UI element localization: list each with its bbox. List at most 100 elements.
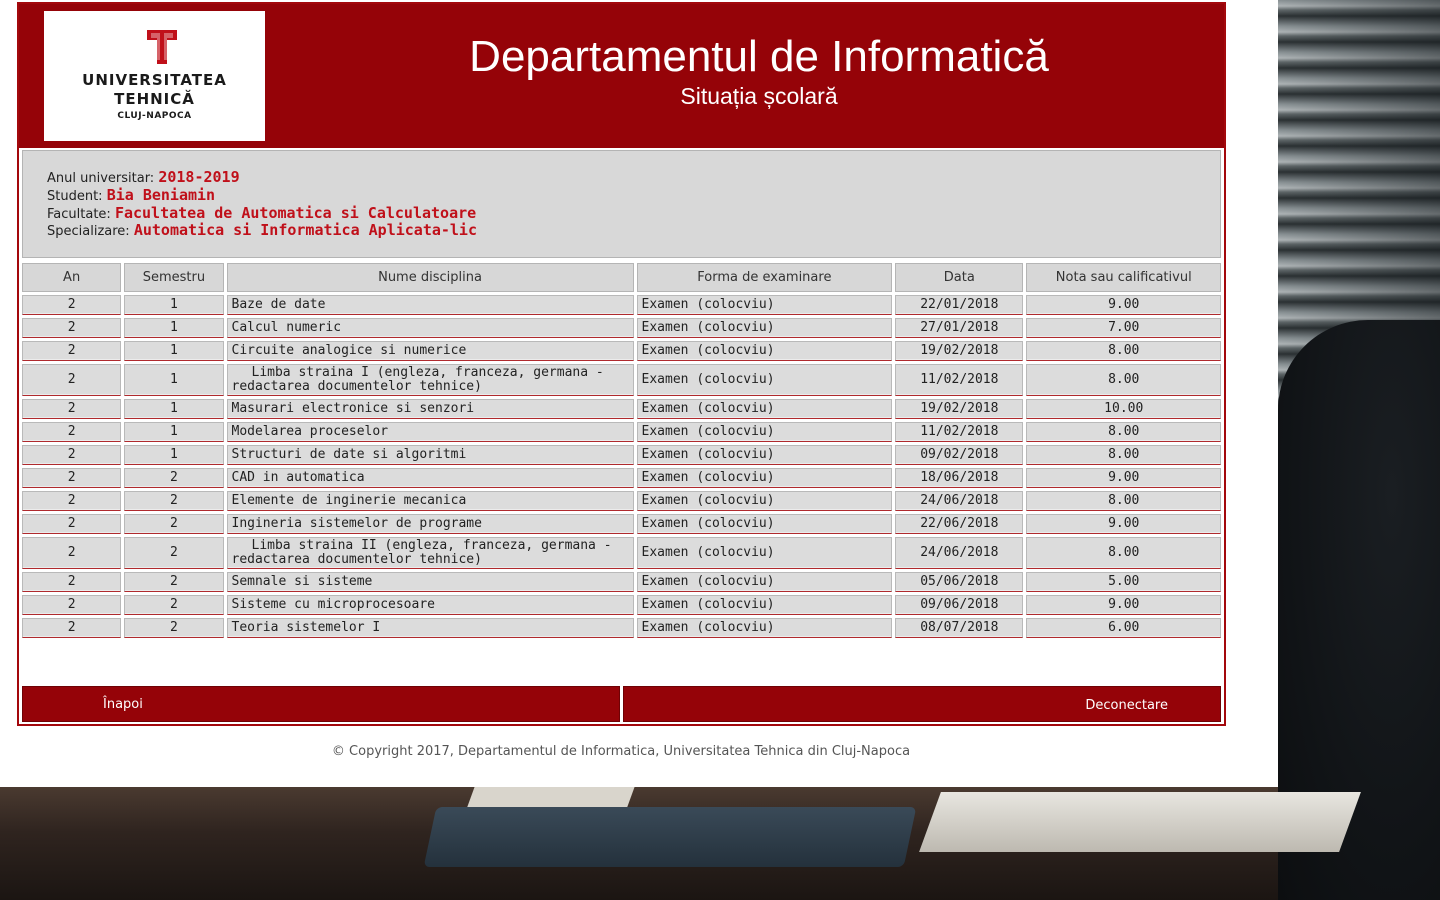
year-cell: 2 — [22, 468, 122, 488]
academic-year-value: 2018-2019 — [158, 168, 240, 186]
exam-form-cell: Examen (colocviu) — [636, 468, 893, 488]
table-header-row: An Semestru Nume disciplina Forma de exa… — [22, 263, 1221, 292]
year-cell: 2 — [22, 399, 122, 419]
semester-cell: 1 — [124, 318, 224, 338]
logout-button-label: Deconectare — [1085, 698, 1168, 713]
exam-form-cell: Examen (colocviu) — [636, 399, 893, 419]
table-row: 2 2 Sisteme cu microprocesoare Examen (colo… — [22, 595, 1221, 615]
year-cell: 2 — [22, 572, 122, 592]
grade-cell: 9.00 — [1026, 595, 1221, 615]
exam-form-cell: Examen (colocviu) — [636, 318, 893, 338]
semester-cell: 1 — [124, 422, 224, 442]
academic-year-line: Anul universitar: 2018-2019 — [47, 169, 240, 187]
grade-cell: 8.00 — [1026, 341, 1221, 361]
exam-form-cell: Examen (colocviu) — [636, 422, 893, 442]
grade-cell: 7.00 — [1026, 318, 1221, 338]
discipline-cell: Circuite analogice si numerice — [226, 341, 634, 361]
semester-cell: 2 — [124, 572, 224, 592]
specialization-label: Specializare: — [47, 224, 130, 239]
table-row: 2 1 Circuite analogice si numerice Examen (… — [22, 341, 1221, 361]
grade-cell: 8.00 — [1026, 537, 1221, 569]
page: UNIVERSITATEA TEHNICĂ CLUJ-NAPOCA Depart… — [0, 0, 1278, 787]
table-row: 2 2 Teoria sistemelor I Examen (colocviu) 08… — [22, 618, 1221, 638]
semester-cell: 1 — [124, 399, 224, 419]
year-cell: 2 — [22, 618, 122, 638]
exam-form-cell: Examen (colocviu) — [636, 537, 893, 569]
table-row: 2 1 Calcul numeric Examen (colocviu) 27/01/2… — [22, 318, 1221, 338]
date-cell: 24/06/2018 — [895, 491, 1024, 511]
semester-cell: 2 — [124, 514, 224, 534]
table-row: 2 1 Modelarea proceselor Examen (colocviu) 1… — [22, 422, 1221, 442]
date-cell: 24/06/2018 — [895, 537, 1024, 569]
table-row: 2 1 Baze de date Examen (colocviu) 22/01/201… — [22, 295, 1221, 315]
table-row: 2 2 CAD in automatica Examen (colocviu) 18/0… — [22, 468, 1221, 488]
logout-button[interactable]: Deconectare — [623, 686, 1221, 722]
discipline-cell: Elemente de inginerie mecanica — [226, 491, 634, 511]
student-label: Student: — [47, 189, 103, 204]
column-header-grade: Nota sau calificativul — [1026, 263, 1221, 292]
back-button-label: Înapoi — [103, 697, 143, 712]
semester-cell: 1 — [124, 341, 224, 361]
grade-cell: 8.00 — [1026, 491, 1221, 511]
column-header-date: Data — [895, 263, 1024, 292]
faculty-name: Facultatea de Automatica si Calculatoare — [114, 204, 477, 222]
discipline-cell: Masurari electronice si senzori — [226, 399, 634, 419]
date-cell: 18/06/2018 — [895, 468, 1024, 488]
semester-cell: 2 — [124, 595, 224, 615]
column-header-year: An — [22, 263, 122, 292]
logo-text-line: UNIVERSITATEA — [82, 71, 227, 89]
date-cell: 19/02/2018 — [895, 399, 1024, 419]
discipline-cell: Sisteme cu microprocesoare — [226, 595, 634, 615]
year-cell: 2 — [22, 595, 122, 615]
exam-form-cell: Examen (colocviu) — [636, 295, 893, 315]
date-cell: 22/01/2018 — [895, 295, 1024, 315]
year-cell: 2 — [22, 295, 122, 315]
faculty-label: Facultate: — [47, 207, 111, 222]
date-cell: 08/07/2018 — [895, 618, 1024, 638]
university-logo: UNIVERSITATEA TEHNICĂ CLUJ-NAPOCA — [44, 11, 265, 141]
grade-cell: 6.00 — [1026, 618, 1221, 638]
column-header-semester: Semestru — [124, 263, 224, 292]
year-cell: 2 — [22, 445, 122, 465]
specialization-name: Automatica si Informatica Aplicata-lic — [133, 221, 477, 239]
date-cell: 19/02/2018 — [895, 341, 1024, 361]
grade-cell: 8.00 — [1026, 445, 1221, 465]
grade-cell: 8.00 — [1026, 422, 1221, 442]
content-frame: UNIVERSITATEA TEHNICĂ CLUJ-NAPOCA Depart… — [17, 2, 1226, 726]
discipline-cell: Baze de date — [226, 295, 634, 315]
discipline-cell: Calcul numeric — [226, 318, 634, 338]
discipline-cell: Limba straina I (engleza, franceza, germ… — [226, 364, 634, 396]
table-row: 2 1 Structuri de date si algoritmi Examen (… — [22, 445, 1221, 465]
year-cell: 2 — [22, 341, 122, 361]
grade-cell: 5.00 — [1026, 572, 1221, 592]
year-cell: 2 — [22, 491, 122, 511]
copyright-footer: © Copyright 2017, Departamentul de Infor… — [331, 744, 911, 759]
table-row: 2 2 Limba straina II (engleza, franceza, g… — [22, 537, 1221, 569]
page-subtitle: Situația școlară — [680, 83, 838, 109]
discipline-cell: Semnale si sisteme — [226, 572, 634, 592]
back-button[interactable]: Înapoi — [22, 686, 620, 722]
year-cell: 2 — [22, 364, 122, 396]
exam-form-cell: Examen (colocviu) — [636, 514, 893, 534]
semester-cell: 2 — [124, 491, 224, 511]
grade-cell: 9.00 — [1026, 295, 1221, 315]
semester-cell: 2 — [124, 468, 224, 488]
discipline-cell: Teoria sistemelor I — [226, 618, 634, 638]
date-cell: 27/01/2018 — [895, 318, 1024, 338]
grade-cell: 9.00 — [1026, 468, 1221, 488]
year-cell: 2 — [22, 537, 122, 569]
discipline-cell: Structuri de date si algoritmi — [226, 445, 634, 465]
background-book — [423, 807, 917, 867]
exam-form-cell: Examen (colocviu) — [636, 445, 893, 465]
table-body: 2 1 Baze de date Examen (colocviu) 22/01/201… — [22, 295, 1221, 638]
header: UNIVERSITATEA TEHNICĂ CLUJ-NAPOCA Depart… — [19, 4, 1224, 148]
date-cell: 05/06/2018 — [895, 572, 1024, 592]
table-row: 2 1 Masurari electronice si senzori Examen … — [22, 399, 1221, 419]
date-cell: 22/06/2018 — [895, 514, 1024, 534]
student-info-panel: Anul universitar: 2018-2019 Student: Bia… — [22, 150, 1221, 258]
university-logo-mark — [147, 30, 177, 64]
discipline-cell: Ingineria sistemelor de programe — [226, 514, 634, 534]
background-binder — [919, 792, 1361, 852]
grade-cell: 9.00 — [1026, 514, 1221, 534]
grade-cell: 8.00 — [1026, 364, 1221, 396]
